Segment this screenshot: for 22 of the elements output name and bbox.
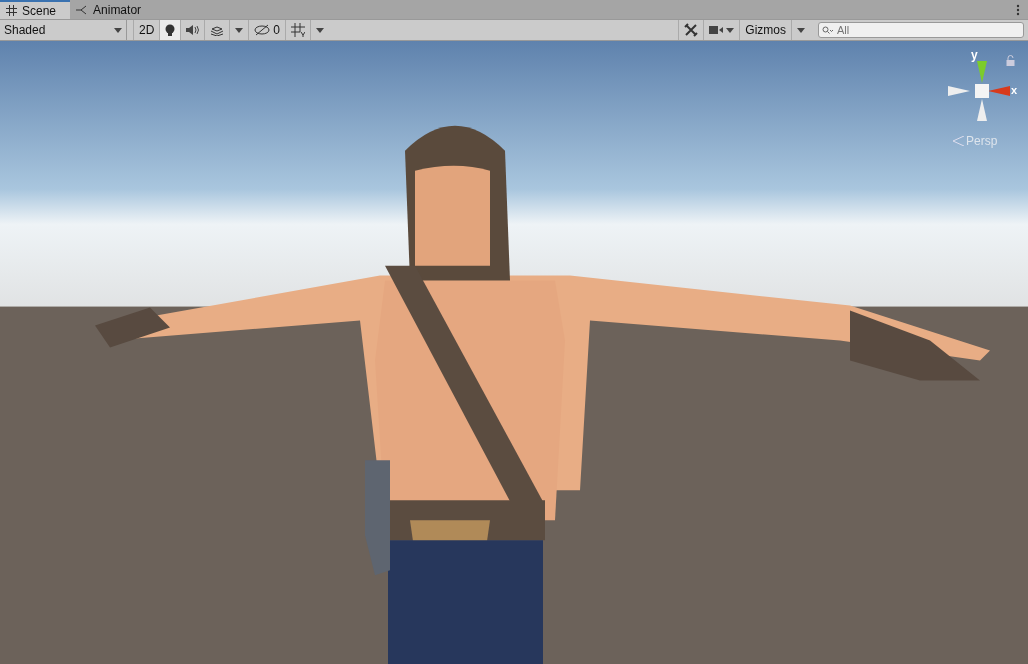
- grid-snap-icon: [291, 23, 306, 37]
- tab[interactable]: Scene: [0, 0, 71, 19]
- x-axis-label: x: [1011, 84, 1018, 96]
- hidden-eye-icon: [254, 24, 271, 36]
- tools-icon: [684, 23, 699, 37]
- layers-icon: [210, 24, 225, 36]
- camera-icon: [709, 25, 724, 35]
- lighting-toggle[interactable]: [159, 20, 181, 40]
- draw-mode-dropdown[interactable]: Shaded: [0, 20, 127, 40]
- hidden-toggle[interactable]: 0: [248, 20, 286, 40]
- bulb-icon: [165, 23, 176, 37]
- perspective-icon: [952, 136, 964, 146]
- orientation-gizmo[interactable]: y x: [948, 49, 1022, 121]
- grid-icon: [6, 5, 17, 16]
- gizmos-button[interactable]: Gizmos: [739, 20, 791, 40]
- branch-icon: [76, 4, 89, 15]
- y-axis-label: y: [971, 48, 978, 62]
- speaker-icon: [186, 25, 200, 35]
- search-icon: [822, 26, 833, 35]
- search-field[interactable]: All: [818, 22, 1024, 38]
- more-icon[interactable]: [1016, 3, 1020, 16]
- tab[interactable]: Animator: [70, 0, 156, 19]
